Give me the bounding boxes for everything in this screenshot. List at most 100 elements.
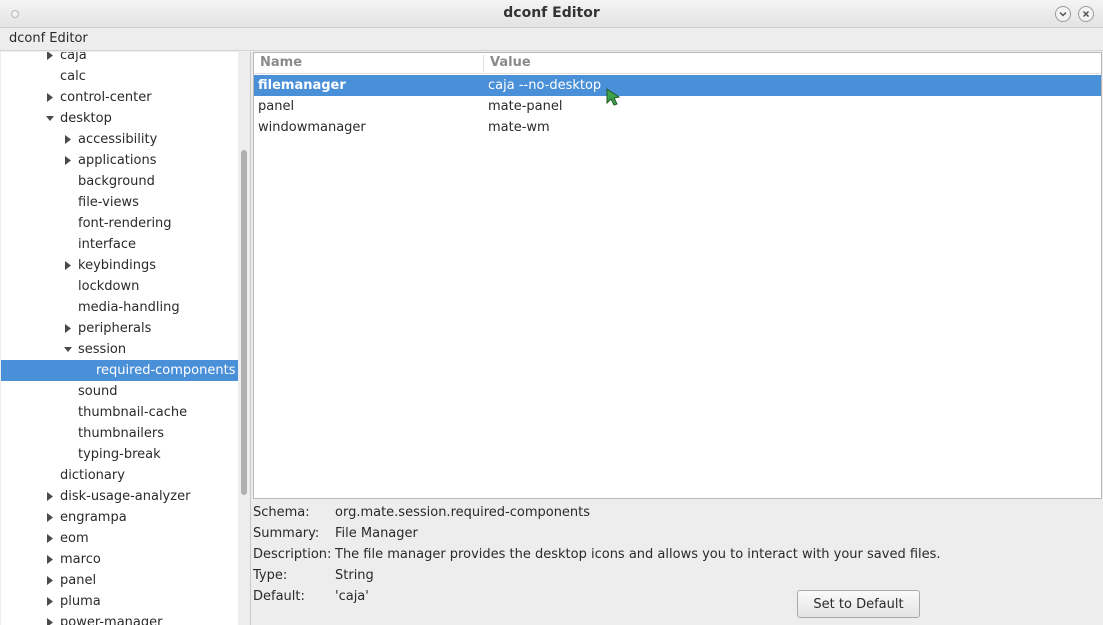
tree-item[interactable]: thumbnailers [1,423,238,444]
tree-item[interactable]: engrampa [1,507,238,528]
window-title: dconf Editor [503,5,600,21]
key-row[interactable]: panel mate-panel [254,96,1101,117]
tree-item-label: required-components [96,363,236,378]
close-icon [1082,10,1090,18]
tree-item-label: peripherals [78,321,152,336]
tree-item[interactable]: marco [1,549,238,570]
tree-item[interactable]: pluma [1,591,238,612]
tree-item-label: thumbnail-cache [78,405,188,420]
tree-item-label: dictionary [60,468,125,483]
tree-item-label: disk-usage-analyzer [60,489,191,504]
tree-item[interactable]: desktop [1,108,238,129]
tree-item[interactable]: file-views [1,192,238,213]
tree-item[interactable]: session [1,339,238,360]
triangle-right-icon[interactable] [62,318,74,339]
tree-scrollbar[interactable] [238,52,250,625]
set-to-default-button[interactable]: Set to Default [797,590,920,618]
triangle-right-icon[interactable] [44,87,56,108]
tree-item[interactable]: keybindings [1,255,238,276]
triangle-down-icon[interactable] [62,339,74,360]
description-label: Description: [253,547,332,562]
tree-item-label: control-center [60,90,152,105]
tree-item[interactable]: disk-usage-analyzer [1,486,238,507]
triangle-right-icon[interactable] [44,549,56,570]
tree-item-label: file-views [78,195,139,210]
tree-item-label: keybindings [78,258,156,273]
triangle-right-icon[interactable] [44,528,56,549]
schema-value: org.mate.session.required-components [335,505,591,520]
minimize-button[interactable] [1055,6,1071,22]
tree-item[interactable]: caja [1,52,238,66]
tree-item[interactable]: applications [1,150,238,171]
column-separator [483,55,484,72]
tree-item-label: calc [60,69,86,84]
tree-item[interactable]: peripherals [1,318,238,339]
triangle-right-icon[interactable] [62,150,74,171]
key-value[interactable]: caja --no-desktop [488,75,601,96]
tree-item[interactable]: panel [1,570,238,591]
tree-item[interactable]: lockdown [1,276,238,297]
key-details: Schema: org.mate.session.required-compon… [253,503,1102,625]
triangle-down-icon[interactable] [44,108,56,129]
pointer-cursor-icon [606,88,621,106]
default-label: Default: [253,589,305,604]
key-row[interactable]: windowmanager mate-wm [254,117,1101,138]
tree-item[interactable]: power-manager [1,612,238,625]
tree-item[interactable]: font-rendering [1,213,238,234]
tree-item-label: thumbnailers [78,426,165,441]
description-value: The file manager provides the desktop ic… [335,547,941,562]
tree-item[interactable]: background [1,171,238,192]
triangle-right-icon[interactable] [44,591,56,612]
summary-value: File Manager [335,526,418,541]
schema-tree[interactable]: caja calc control-center desktop accessibili… [1,52,251,625]
triangle-right-icon[interactable] [44,486,56,507]
tree-item-label: engrampa [60,510,127,525]
default-value: 'caja' [335,589,369,604]
tree-item[interactable]: dictionary [1,465,238,486]
tree-item[interactable]: typing-break [1,444,238,465]
tree-item-label: typing-break [78,447,161,462]
key-value[interactable]: mate-wm [488,117,550,138]
tree-item[interactable]: accessibility [1,129,238,150]
key-name: windowmanager [258,120,366,135]
summary-label: Summary: [253,526,320,541]
tree-item[interactable]: sound [1,381,238,402]
app-menu[interactable]: dconf Editor [9,31,88,46]
tree-item[interactable]: control-center [1,87,238,108]
close-button[interactable] [1078,6,1094,22]
tree-item[interactable]: required-components [1,360,238,381]
tree-item-label: media-handling [78,300,180,315]
key-row[interactable]: filemanager caja --no-desktop [254,75,1101,96]
tree-item-label: applications [78,153,157,168]
tree-item[interactable]: calc [1,66,238,87]
tree-item-label: desktop [60,111,112,126]
tree-item-label: lockdown [78,279,140,294]
tree-item-label: font-rendering [78,216,172,231]
title-bar: dconf Editor [0,0,1103,28]
tree-item-label: interface [78,237,136,252]
schema-label: Schema: [253,505,310,520]
key-value[interactable]: mate-panel [488,96,562,117]
triangle-right-icon[interactable] [62,129,74,150]
tree-item[interactable]: eom [1,528,238,549]
tree-item[interactable]: interface [1,234,238,255]
column-header-name[interactable]: Name [260,55,302,70]
tree-item-label: accessibility [78,132,158,147]
menu-bar: dconf Editor [0,28,1103,51]
tree-item-label: eom [60,531,89,546]
triangle-right-icon[interactable] [62,255,74,276]
triangle-right-icon[interactable] [44,52,56,66]
tree-item-label: pluma [60,594,101,609]
tree-item-label: background [78,174,155,189]
column-header-value[interactable]: Value [490,55,531,70]
tree-item[interactable]: media-handling [1,297,238,318]
tree-item[interactable]: thumbnail-cache [1,402,238,423]
key-list: Name Value filemanager caja --no-desktop p… [253,52,1102,499]
key-name: panel [258,99,295,114]
scrollbar-thumb[interactable] [241,150,247,495]
triangle-right-icon[interactable] [44,570,56,591]
triangle-right-icon[interactable] [44,507,56,528]
tree-item-label: session [78,342,127,357]
triangle-right-icon[interactable] [44,612,56,625]
tree-item-label: sound [78,384,118,399]
